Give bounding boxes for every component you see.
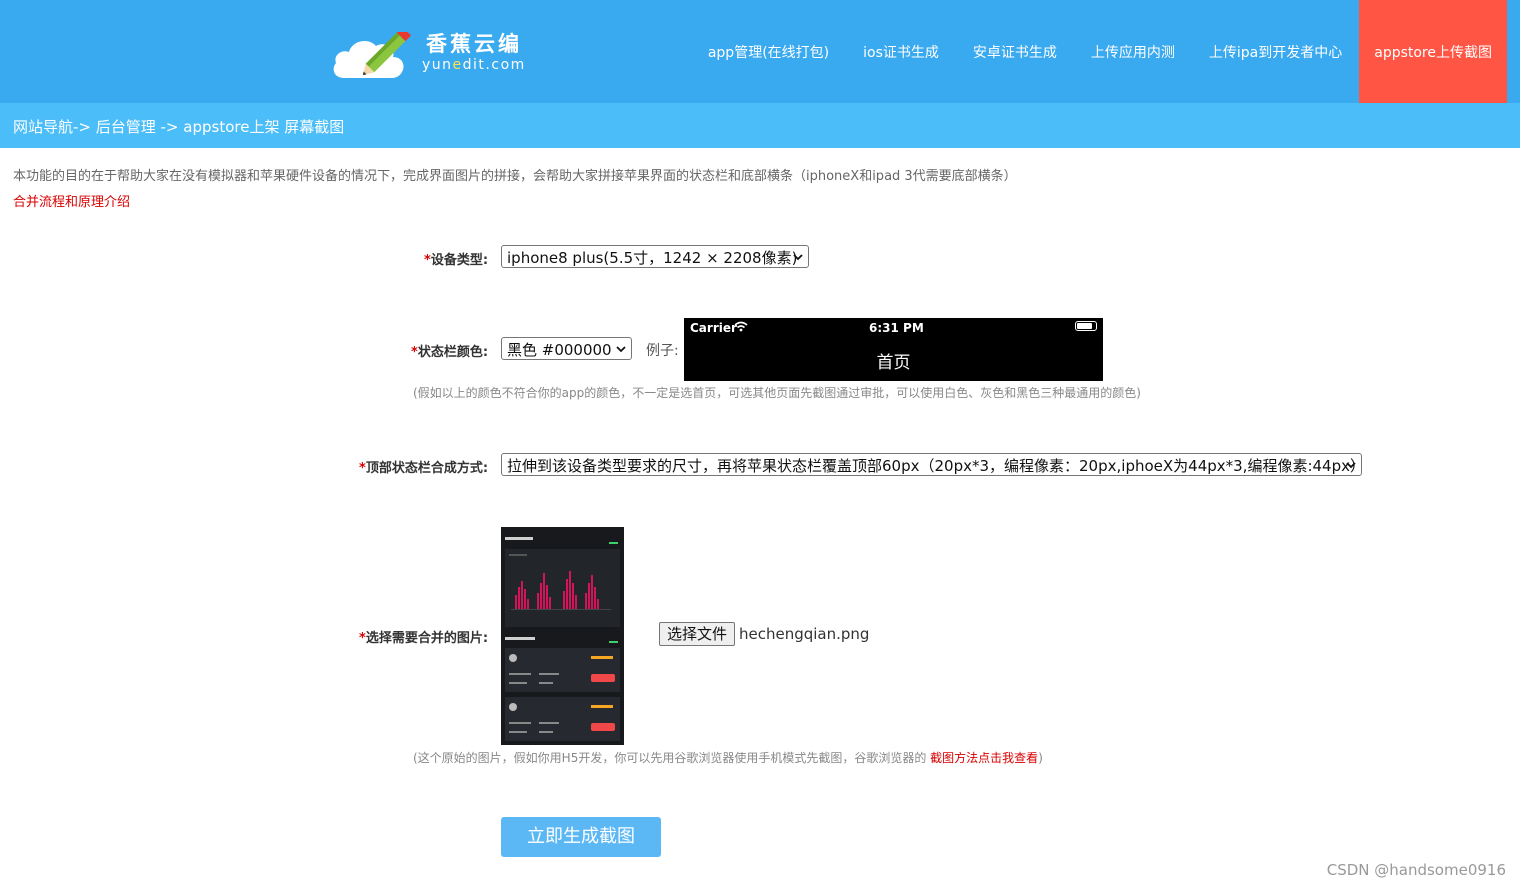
top-mode-select[interactable]: 拉伸到该设备类型要求的尺寸，再将苹果状态栏覆盖顶部60px（20px*3，编程像… xyxy=(501,453,1362,476)
device-type-select[interactable]: iphone8 plus(5.5寸，1242 × 2208像素) xyxy=(501,245,809,268)
generate-screenshot-button[interactable]: 立即生成截图 xyxy=(501,817,661,857)
required-mark: * xyxy=(359,461,366,476)
wifi-icon xyxy=(734,321,748,332)
battery-icon xyxy=(1075,321,1097,331)
source-image-thumbnail xyxy=(501,527,624,745)
example-label: 例子: xyxy=(646,343,679,359)
required-mark: * xyxy=(411,345,418,360)
nav-android-certificate[interactable]: 安卓证书生成 xyxy=(956,0,1074,103)
image-hint: (这个原始的图片，假如你用H5开发，你可以先用谷歌浏览器使用手机模式先截图，谷歌… xyxy=(413,749,1043,766)
choose-file-button[interactable]: 选择文件 xyxy=(659,622,735,646)
device-type-value: iphone8 plus(5.5寸，1242 × 2208像素) xyxy=(507,249,798,267)
breadcrumb: 网站导航-> 后台管理 -> appstore上架 屏幕截图 xyxy=(0,103,1520,148)
top-mode-label: *顶部状态栏合成方式: xyxy=(359,457,488,476)
nav-upload-ipa[interactable]: 上传ipa到开发者中心 xyxy=(1192,0,1359,103)
status-color-value: 黑色 #000000 xyxy=(507,341,612,359)
source-image-graphic xyxy=(501,527,624,745)
image-select-label-text: 选择需要合并的图片: xyxy=(365,631,489,646)
image-hint-end: ) xyxy=(1038,751,1043,765)
image-hint-text: (这个原始的图片，假如你用H5开发，你可以先用谷歌浏览器使用手机模式先截图，谷歌… xyxy=(413,751,931,765)
top-mode-value: 拉伸到该设备类型要求的尺寸，再将苹果状态栏覆盖顶部60px（20px*3，编程像… xyxy=(507,457,1362,475)
top-mode-label-text: 顶部状态栏合成方式: xyxy=(365,461,489,476)
site-logo[interactable]: 香蕉云编 yunedit.com xyxy=(330,24,530,80)
device-type-label: *设备类型: xyxy=(424,249,488,268)
nav-appstore-screenshot[interactable]: appstore上传截图 xyxy=(1359,0,1507,103)
csdn-watermark: CSDN @handsome0916 xyxy=(1326,861,1506,879)
required-mark: * xyxy=(359,631,366,646)
logo-domain: yunedit.com xyxy=(422,57,526,73)
logo-title: 香蕉云编 xyxy=(426,32,522,56)
required-mark: * xyxy=(424,253,431,268)
chevron-down-icon xyxy=(1346,462,1356,469)
screenshot-method-link[interactable]: 截图方法点击我查看 xyxy=(930,751,1038,765)
main-nav: app管理(在线打包) ios证书生成 安卓证书生成 上传应用内测 上传ipa到… xyxy=(691,0,1507,103)
nav-app-management[interactable]: app管理(在线打包) xyxy=(691,0,846,103)
status-color-label: *状态栏颜色: xyxy=(411,341,488,360)
cloud-pencil-logo-icon xyxy=(333,32,412,78)
logo-domain-pre: yun xyxy=(422,57,453,73)
process-intro-link[interactable]: 合并流程和原理介绍 xyxy=(13,191,130,210)
top-header: 香蕉云编 yunedit.com app管理(在线打包) ios证书生成 安卓证… xyxy=(0,0,1520,103)
status-color-hint: (假如以上的颜色不符合你的app的颜色，不一定是选首页，可选其他页面先截图通过审… xyxy=(413,386,1141,400)
chevron-down-icon xyxy=(616,346,626,353)
logo-domain-post: dit.com xyxy=(462,57,526,73)
device-type-label-text: 设备类型: xyxy=(430,253,489,268)
image-select-label: *选择需要合并的图片: xyxy=(359,627,488,646)
status-color-label-text: 状态栏颜色: xyxy=(417,345,489,360)
preview-time: 6:31 PM xyxy=(869,321,924,335)
preview-carrier: Carrier xyxy=(690,321,737,335)
logo-domain-accent: e xyxy=(452,57,463,73)
chevron-down-icon xyxy=(793,254,803,261)
preview-title: 首页 xyxy=(876,353,911,373)
selected-file-name: hechengqian.png xyxy=(739,625,870,643)
intro-text: 本功能的目的在于帮助大家在没有模拟器和苹果硬件设备的情况下，完成界面图片的拼接，… xyxy=(13,169,1017,184)
nav-upload-beta[interactable]: 上传应用内测 xyxy=(1074,0,1192,103)
status-bar-preview: Carrier 6:31 PM 首页 xyxy=(684,318,1103,381)
nav-ios-certificate[interactable]: ios证书生成 xyxy=(846,0,956,103)
status-color-select[interactable]: 黑色 #000000 xyxy=(501,337,632,360)
